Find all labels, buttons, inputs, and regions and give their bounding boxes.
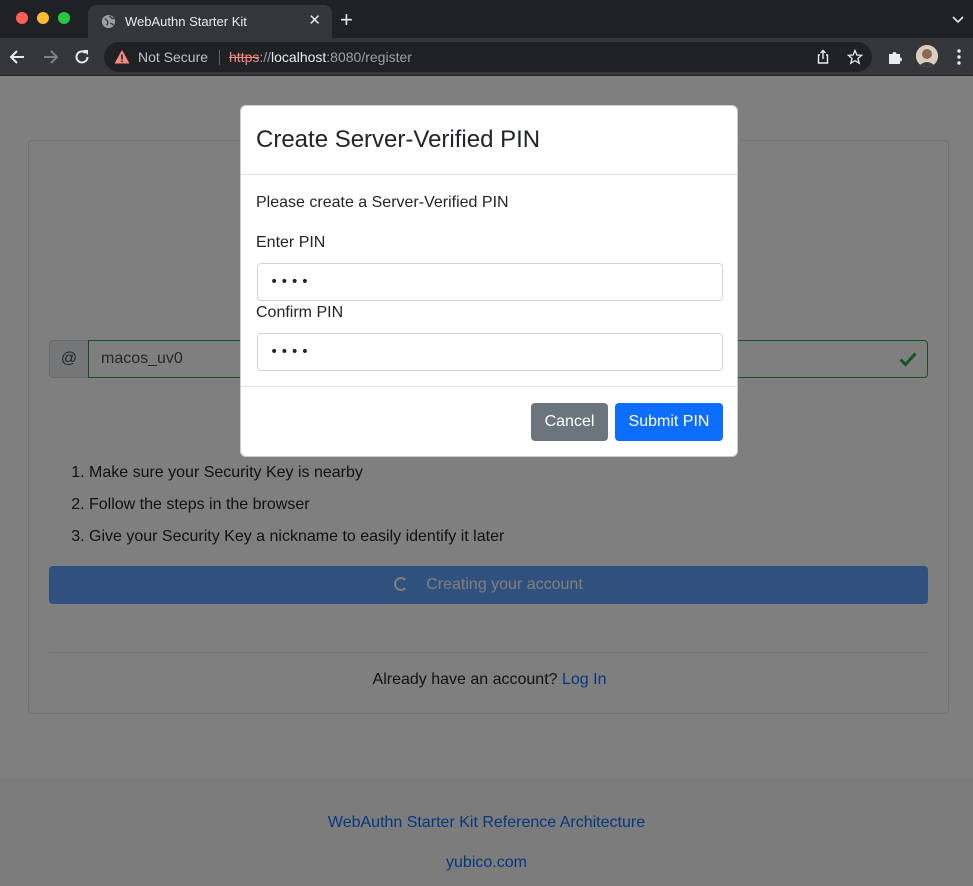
warning-icon xyxy=(114,50,130,64)
pin-modal: Create Server-Verified PIN Please create… xyxy=(240,105,738,457)
modal-title: Create Server-Verified PIN xyxy=(256,126,541,153)
chevron-down-icon[interactable] xyxy=(951,13,965,27)
confirm-pin-label: Confirm PIN xyxy=(256,304,344,321)
minimize-window-button[interactable] xyxy=(37,12,49,24)
modal-description: Please create a Server-Verified PIN xyxy=(256,194,509,211)
browser-tab[interactable]: WebAuthn Starter Kit ✕ xyxy=(88,5,332,38)
tab-title: WebAuthn Starter Kit xyxy=(125,14,247,29)
kebab-icon[interactable] xyxy=(956,48,962,66)
tab-bar: WebAuthn Starter Kit ✕ + xyxy=(0,0,973,38)
star-icon[interactable] xyxy=(847,49,863,65)
back-arrow-icon[interactable] xyxy=(8,47,28,67)
reload-icon[interactable] xyxy=(72,47,92,67)
submit-pin-button[interactable]: Submit PIN xyxy=(615,403,723,441)
modal-header: Create Server-Verified PIN xyxy=(241,106,737,175)
url-separator: :// xyxy=(259,49,272,65)
address-bar[interactable]: Not Secure https://localhost:8080/regist… xyxy=(104,42,872,72)
modal-footer: Cancel Submit PIN xyxy=(241,386,737,456)
zoom-window-button[interactable] xyxy=(58,12,70,24)
browser-toolbar: Not Secure https://localhost:8080/regist… xyxy=(0,38,973,76)
avatar-image xyxy=(916,45,938,67)
enter-pin-input[interactable]: •••• xyxy=(257,263,723,301)
confirm-pin-input[interactable]: •••• xyxy=(257,333,723,371)
url-host: localhost xyxy=(271,49,327,65)
avatar[interactable] xyxy=(916,45,938,67)
globe-icon xyxy=(101,14,116,29)
cancel-button[interactable]: Cancel xyxy=(531,403,608,441)
tab-close-icon[interactable]: ✕ xyxy=(308,12,321,30)
url-path: :8080/register xyxy=(326,49,412,65)
puzzle-icon[interactable] xyxy=(886,48,904,66)
url-text[interactable]: https://localhost:8080/register xyxy=(229,49,412,65)
security-status[interactable]: Not Secure xyxy=(138,49,208,65)
share-icon[interactable] xyxy=(815,49,831,65)
url-scheme: https xyxy=(229,49,260,65)
new-tab-button[interactable]: + xyxy=(340,9,353,31)
forward-arrow-icon[interactable] xyxy=(40,47,60,67)
close-window-button[interactable] xyxy=(16,12,28,24)
enter-pin-label: Enter PIN xyxy=(256,234,326,251)
omnibox-divider xyxy=(219,50,220,65)
